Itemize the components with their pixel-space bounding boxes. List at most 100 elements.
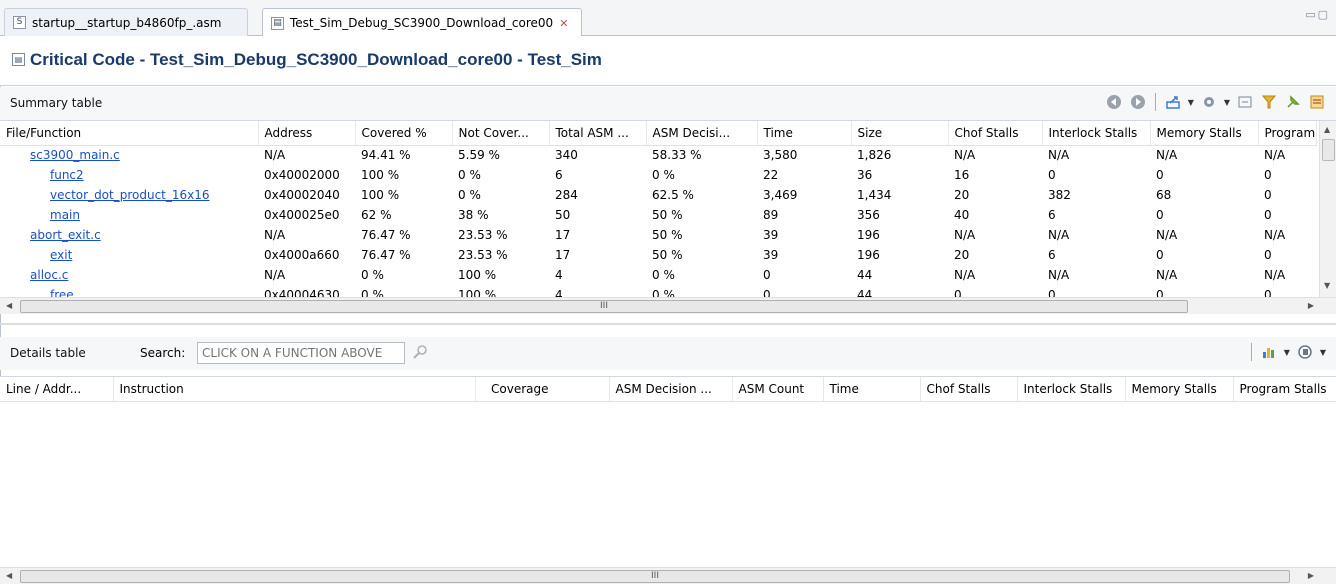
table-cell: 340 — [555, 148, 578, 163]
table-cell: N/A — [1264, 228, 1286, 242]
table-cell: 22 — [763, 168, 779, 182]
table-row[interactable]: sc3900_main.c N/A 94.41 % 5.59 % 340 58.33 % 3… — [0, 145, 1316, 165]
summary-horizontal-scrollbar[interactable]: ◀ III ▶ — [0, 297, 1336, 314]
details-column-header[interactable]: Line / Addr... — [0, 377, 114, 402]
source-view-icon[interactable] — [1296, 343, 1314, 361]
summary-column-header[interactable]: Covered % — [355, 121, 453, 146]
summary-column-header[interactable]: Address — [258, 121, 356, 146]
table-cell[interactable]: vector_dot_product_16x16 — [0, 185, 258, 205]
table-cell: 20 — [954, 188, 970, 202]
pane-divider[interactable] — [0, 323, 1336, 325]
table-cell: N/A — [1048, 148, 1070, 163]
table-row[interactable]: vector_dot_product_16x16 0x40002040 100 % 0… — [0, 185, 1316, 205]
table-cell: 100 % — [458, 268, 497, 282]
table-cell: N/A — [954, 268, 976, 282]
back-icon[interactable] — [1105, 93, 1123, 111]
summary-hscroll-thumb[interactable]: III — [20, 300, 1188, 313]
tab-critical-code[interactable]: ▤ Test_Sim_Debug_SC3900_Download_core00 … — [262, 8, 582, 37]
table-icon: ▤ — [271, 16, 284, 30]
chart-dropdown-icon[interactable]: ▼ — [1284, 348, 1290, 357]
summary-column-header[interactable]: ASM Decisi... — [646, 121, 758, 146]
export-dropdown-icon[interactable]: ▼ — [1188, 98, 1194, 107]
search-icon[interactable] — [412, 344, 428, 364]
summary-column-header[interactable]: Time — [757, 121, 852, 146]
table-cell: 0x40002040 — [264, 188, 340, 202]
close-icon[interactable]: ✕ — [559, 17, 568, 30]
table-row[interactable]: main 0x400025e0 62 % 38 % 50 50 % 89 356 40 6 0 0 — [0, 205, 1316, 225]
summary-column-header[interactable]: Chof Stalls — [948, 121, 1043, 146]
pin-icon[interactable] — [1284, 93, 1302, 111]
scroll-grip: III — [600, 301, 608, 311]
table-row[interactable]: abort_exit.c N/A 76.47 % 23.53 % 17 50 % 39 196… — [0, 225, 1316, 245]
export-icon[interactable] — [1164, 93, 1182, 111]
table-cell: 0 — [1264, 168, 1272, 182]
details-column-header[interactable]: ASM Decision ... — [609, 377, 733, 402]
function-link[interactable]: vector_dot_product_16x16 — [50, 188, 210, 202]
file-link[interactable]: sc3900_main.c — [30, 148, 120, 162]
summary-column-header[interactable]: Program S — [1258, 121, 1317, 146]
details-horizontal-scrollbar[interactable]: ◀ III ▶ — [0, 567, 1336, 584]
table-cell[interactable]: exit — [0, 245, 258, 265]
table-cell: 0 — [1264, 208, 1272, 222]
table-cell[interactable]: func2 — [0, 165, 258, 185]
scroll-right-icon[interactable]: ▶ — [1308, 301, 1314, 310]
summary-vscroll-thumb[interactable] — [1322, 139, 1335, 161]
details-column-header[interactable]: Interlock Stalls — [1017, 377, 1126, 402]
details-hscroll-thumb[interactable]: III — [20, 570, 1290, 583]
function-link[interactable]: func2 — [50, 168, 84, 182]
table-cell: 62.5 % — [652, 188, 694, 202]
scroll-up-icon[interactable]: ▲ — [1324, 125, 1330, 134]
settings-icon[interactable] — [1200, 93, 1218, 111]
forward-icon[interactable] — [1129, 93, 1147, 111]
scroll-right-icon[interactable]: ▶ — [1308, 571, 1314, 580]
table-cell: 89 — [763, 208, 779, 222]
file-link[interactable]: alloc.c — [30, 268, 68, 282]
details-column-header[interactable]: Memory Stalls — [1125, 377, 1234, 402]
summary-column-header[interactable]: Size — [851, 121, 949, 146]
table-cell[interactable]: main — [0, 205, 258, 225]
search-label: Search: — [140, 346, 186, 360]
summary-column-header[interactable]: Total ASM ... — [549, 121, 647, 146]
scroll-left-icon[interactable]: ◀ — [6, 571, 12, 580]
scroll-down-icon[interactable]: ▼ — [1324, 281, 1330, 290]
details-column-header[interactable]: Time — [823, 377, 921, 402]
table-row[interactable]: alloc.c N/A 0 % 100 % 4 0 % 0 44 N/A N/A N/A N/A — [0, 265, 1316, 285]
table-row[interactable]: func2 0x40002000 100 % 0 % 6 0 % 22 36 16 0 0 0 — [0, 165, 1316, 185]
details-table: Line / Addr... Instruction Coverage ASM Dec… — [0, 377, 1336, 402]
report-icon[interactable] — [1308, 93, 1326, 111]
table-cell: 68 — [1156, 188, 1172, 202]
search-input[interactable] — [197, 342, 405, 364]
settings-dropdown-icon[interactable]: ▼ — [1224, 98, 1230, 107]
chart-icon[interactable] — [1260, 343, 1278, 361]
table-cell: 100 % — [361, 168, 400, 182]
table-cell[interactable]: sc3900_main.c — [0, 145, 258, 165]
details-column-header[interactable]: ASM Count — [732, 377, 824, 402]
table-cell[interactable]: abort_exit.c — [0, 225, 258, 245]
minimize-maximize-icon[interactable]: ▭▢ — [1305, 8, 1330, 21]
file-link[interactable]: abort_exit.c — [30, 228, 101, 242]
table-cell: N/A — [264, 268, 286, 282]
table-cell: N/A — [1156, 268, 1178, 282]
scroll-left-icon[interactable]: ◀ — [6, 301, 12, 310]
source-view-dropdown-icon[interactable]: ▼ — [1320, 348, 1326, 357]
details-column-header[interactable]: Chof Stalls — [920, 377, 1018, 402]
table-cell[interactable]: alloc.c — [0, 265, 258, 285]
function-link[interactable]: main — [50, 208, 80, 222]
summary-column-header[interactable]: Memory Stalls — [1150, 121, 1259, 146]
summary-table: File/Function Address Covered % Not Cover..… — [0, 121, 1317, 305]
summary-toolbar: Summary table ▼ ▼ — [0, 87, 1336, 120]
tab-startup-asm[interactable]: S startup__startup_b4860fp_.asm — [4, 8, 248, 36]
function-link[interactable]: exit — [50, 248, 72, 262]
summary-column-header[interactable]: File/Function — [0, 121, 259, 146]
collapse-all-icon[interactable] — [1236, 93, 1254, 111]
table-cell: 50 % — [652, 228, 683, 242]
summary-column-header[interactable]: Interlock Stalls — [1042, 121, 1151, 146]
details-column-header[interactable]: Coverage — [475, 377, 610, 402]
tab-label: startup__startup_b4860fp_.asm — [32, 15, 222, 30]
summary-column-header[interactable]: Not Cover... — [452, 121, 550, 146]
summary-vertical-scrollbar[interactable]: ▲ ▼ — [1319, 121, 1336, 297]
details-column-header[interactable]: Instruction — [113, 377, 476, 402]
table-row[interactable]: exit 0x4000a660 76.47 % 23.53 % 17 50 % 39 196 2… — [0, 245, 1316, 265]
filter-icon[interactable] — [1260, 93, 1278, 111]
details-column-header[interactable]: Program Stalls — [1233, 377, 1336, 402]
